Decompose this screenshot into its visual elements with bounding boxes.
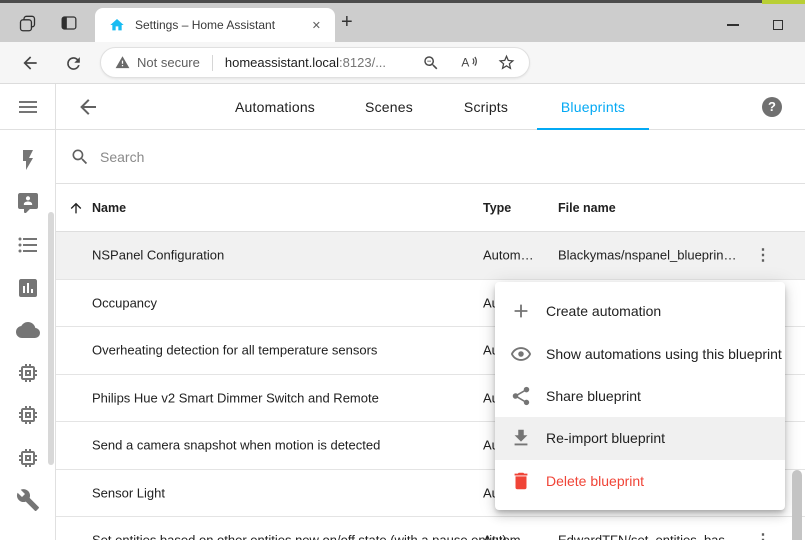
close-tab-icon[interactable]: ✕ xyxy=(308,17,325,34)
menu-item-label: Delete blueprint xyxy=(546,473,644,489)
todo-list-icon xyxy=(16,233,40,257)
row-name: Set entities based on other entities new… xyxy=(92,533,507,540)
sidebar-chip-icon[interactable] xyxy=(0,437,55,480)
home-assistant-favicon-icon xyxy=(109,17,125,33)
row-name: NSPanel Configuration xyxy=(92,248,224,263)
voice-assistant-icon xyxy=(16,191,40,215)
screen-share-indicator xyxy=(762,0,805,4)
security-label: Not secure xyxy=(137,55,200,70)
blueprint-context-menu: Create automation Show automations using … xyxy=(495,282,785,510)
row-overflow-menu-icon[interactable]: ⋮ xyxy=(755,530,771,540)
search-bar[interactable] xyxy=(56,130,805,184)
delete-icon xyxy=(510,470,532,492)
page-scrollbar[interactable] xyxy=(792,470,802,540)
sidebar-wrench-icon[interactable] xyxy=(0,479,55,522)
row-type: Autom… xyxy=(483,533,534,540)
chip-icon xyxy=(16,361,40,385)
cloud-icon xyxy=(16,318,40,342)
row-name: Overheating detection for all temperatur… xyxy=(92,343,377,358)
row-name: Sensor Light xyxy=(92,485,165,500)
history-icon xyxy=(16,276,40,300)
sidebar-voice-assistant-icon[interactable] xyxy=(0,182,55,225)
menu-item-label: Show automations using this blueprint xyxy=(546,346,782,362)
row-name: Occupancy xyxy=(92,295,157,310)
row-file: EdwardTFN/set_entities_bas… xyxy=(558,533,738,540)
sidebar-flash-icon[interactable] xyxy=(0,139,55,182)
favorite-star-icon[interactable] xyxy=(497,53,516,72)
maximize-icon xyxy=(773,20,783,30)
sidebar-todo-list-icon[interactable] xyxy=(0,224,55,267)
row-file: Blackymas/nspanel_blueprin… xyxy=(558,248,736,263)
minimize-icon xyxy=(727,24,739,26)
column-header-type[interactable]: Type xyxy=(483,184,511,232)
share-icon xyxy=(510,385,532,407)
table-row[interactable]: NSPanel Configuration Autom… Blackymas/nsp… xyxy=(56,232,805,280)
tab-scenes[interactable]: Scenes xyxy=(365,84,413,130)
url-host: homeassistant.local xyxy=(225,55,339,70)
sidebar-header xyxy=(0,84,55,130)
menu-item-re-import-blueprint[interactable]: Re-import blueprint xyxy=(495,417,785,459)
tab-actions-icon[interactable] xyxy=(58,12,80,34)
help-icon[interactable]: ? xyxy=(762,97,782,117)
ha-sidebar xyxy=(0,84,56,540)
eye-icon xyxy=(510,343,532,365)
browser-tab[interactable]: Settings – Home Assistant ✕ xyxy=(95,8,335,42)
row-name: Philips Hue v2 Smart Dimmer Switch and R… xyxy=(92,390,379,405)
browser-toolbar: Not secure homeassistant.local:8123/... … xyxy=(0,42,805,84)
table-row[interactable]: Set entities based on other entities new… xyxy=(56,517,805,540)
browser-tab-strip: Settings – Home Assistant ✕ + xyxy=(0,3,805,42)
workspaces-icon[interactable] xyxy=(16,12,38,34)
row-overflow-menu-icon[interactable]: ⋮ xyxy=(755,245,771,265)
browser-window: Settings – Home Assistant ✕ + Not secure… xyxy=(0,0,805,540)
table-header: Name Type File name xyxy=(56,184,805,232)
header-back-icon[interactable] xyxy=(76,95,100,119)
sidebar-scrollbar[interactable] xyxy=(48,212,54,465)
menu-item-label: Share blueprint xyxy=(546,388,641,404)
menu-item-label: Re-import blueprint xyxy=(546,430,665,446)
ha-header: Automations Scenes Scripts Blueprints ? xyxy=(56,84,805,130)
tab-title: Settings – Home Assistant xyxy=(135,18,308,32)
download-icon xyxy=(510,427,532,449)
window-top-edge xyxy=(0,0,805,3)
wrench-icon xyxy=(16,488,40,512)
menu-item-share-blueprint[interactable]: Share blueprint xyxy=(495,375,785,417)
row-type: Autom… xyxy=(483,248,534,263)
menu-item-show-automations-using-this-blueprint[interactable]: Show automations using this blueprint xyxy=(495,332,785,374)
url-path: :8123/... xyxy=(339,55,386,70)
chip-icon xyxy=(16,446,40,470)
sort-ascending-icon[interactable] xyxy=(68,200,84,221)
sidebar-menu-icon[interactable] xyxy=(0,95,55,119)
address-bar-actions: A xyxy=(422,53,529,72)
tab-scripts[interactable]: Scripts xyxy=(464,84,508,130)
search-input[interactable] xyxy=(100,149,400,165)
sidebar-chip-icon[interactable] xyxy=(0,394,55,437)
sidebar-chip-icon[interactable] xyxy=(0,352,55,395)
column-header-name[interactable]: Name xyxy=(92,184,126,232)
new-tab-button[interactable]: + xyxy=(341,11,353,34)
back-icon[interactable] xyxy=(20,53,40,73)
chip-icon xyxy=(16,403,40,427)
maximize-button[interactable] xyxy=(764,15,792,35)
column-header-file[interactable]: File name xyxy=(558,184,616,232)
address-divider xyxy=(212,55,213,71)
menu-item-label: Create automation xyxy=(546,303,661,319)
search-icon xyxy=(70,147,90,167)
menu-item-create-automation[interactable]: Create automation xyxy=(495,290,785,332)
refresh-icon[interactable] xyxy=(63,53,83,73)
flash-icon xyxy=(16,148,40,172)
sidebar-cloud-icon[interactable] xyxy=(0,309,55,352)
svg-text:A: A xyxy=(461,55,469,69)
address-bar[interactable]: Not secure homeassistant.local:8123/... … xyxy=(100,47,530,78)
menu-item-delete-blueprint[interactable]: Delete blueprint xyxy=(495,460,785,502)
tab-automations[interactable]: Automations xyxy=(235,84,315,130)
sidebar-icon-list xyxy=(0,130,55,522)
read-aloud-icon[interactable]: A xyxy=(459,53,478,72)
sidebar-history-icon[interactable] xyxy=(0,267,55,310)
row-name: Send a camera snapshot when motion is de… xyxy=(92,438,380,453)
not-secure-warning-icon[interactable] xyxy=(115,55,130,70)
zoom-out-icon[interactable] xyxy=(422,54,440,72)
plus-icon xyxy=(510,300,532,322)
tab-blueprints[interactable]: Blueprints xyxy=(561,84,625,130)
minimize-button[interactable] xyxy=(719,15,747,35)
